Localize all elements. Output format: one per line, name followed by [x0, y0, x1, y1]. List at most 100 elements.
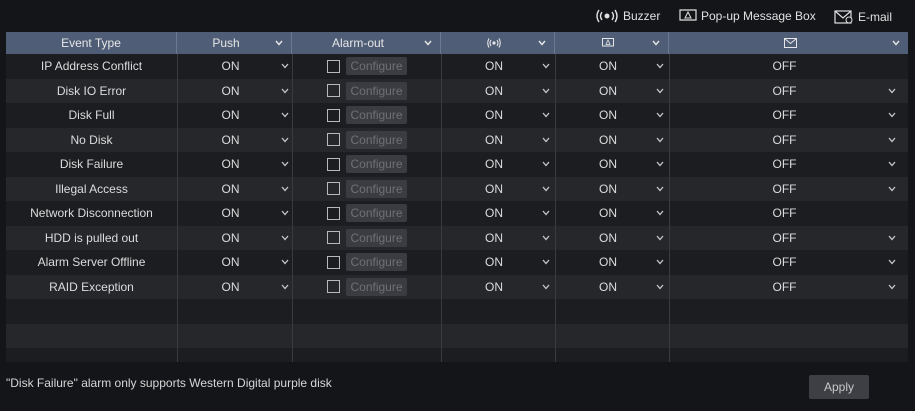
chevron-down-icon[interactable]: [656, 235, 664, 241]
alarm-out-checkbox[interactable]: [327, 59, 340, 73]
popup-select[interactable]: ON: [555, 177, 669, 202]
push-select[interactable]: ON: [177, 250, 292, 275]
alarm-out-checkbox[interactable]: [327, 84, 340, 97]
configure-button[interactable]: Configure: [346, 155, 407, 173]
header-popup[interactable]: [555, 32, 669, 54]
chevron-down-icon[interactable]: [542, 210, 550, 216]
chevron-down-icon[interactable]: [275, 40, 283, 46]
popup-select[interactable]: ON: [555, 250, 669, 275]
configure-button[interactable]: Configure: [346, 228, 407, 247]
configure-button[interactable]: Configure: [346, 179, 407, 198]
push-select[interactable]: ON: [177, 177, 292, 202]
chevron-down-icon[interactable]: [888, 88, 896, 94]
buzzer-select[interactable]: ON: [441, 201, 555, 226]
buzzer-select[interactable]: ON: [441, 226, 555, 251]
push-select[interactable]: ON: [177, 128, 292, 153]
email-select[interactable]: OFF: [669, 54, 908, 79]
chevron-down-icon[interactable]: [542, 88, 550, 94]
buzzer-select[interactable]: ON: [441, 103, 555, 128]
buzzer-select[interactable]: ON: [441, 79, 555, 104]
buzzer-select[interactable]: ON: [441, 128, 555, 153]
chevron-down-icon[interactable]: [656, 161, 664, 167]
popup-select[interactable]: ON: [555, 201, 669, 226]
chevron-down-icon[interactable]: [888, 259, 896, 265]
popup-select[interactable]: ON: [555, 103, 669, 128]
chevron-down-icon[interactable]: [656, 88, 664, 94]
popup-select[interactable]: ON: [555, 79, 669, 104]
popup-select[interactable]: ON: [555, 54, 669, 79]
alarm-out-checkbox[interactable]: [327, 182, 340, 195]
push-select[interactable]: ON: [177, 201, 292, 226]
email-select[interactable]: OFF: [669, 201, 908, 226]
chevron-down-icon[interactable]: [542, 161, 550, 167]
buzzer-select[interactable]: ON: [441, 177, 555, 202]
header-alarm-out[interactable]: Alarm-out: [292, 32, 441, 54]
push-select[interactable]: ON: [177, 226, 292, 251]
alarm-out-checkbox[interactable]: [327, 157, 340, 171]
chevron-down-icon[interactable]: [888, 112, 896, 118]
push-select[interactable]: ON: [177, 54, 292, 79]
configure-button[interactable]: Configure: [346, 106, 407, 124]
email-select[interactable]: OFF: [669, 226, 908, 251]
push-select[interactable]: ON: [177, 103, 292, 128]
email-select[interactable]: OFF: [669, 275, 908, 300]
popup-select[interactable]: ON: [555, 152, 669, 177]
buzzer-select[interactable]: ON: [441, 275, 555, 300]
chevron-down-icon[interactable]: [656, 112, 664, 118]
chevron-down-icon[interactable]: [281, 161, 289, 167]
push-select[interactable]: ON: [177, 79, 292, 104]
configure-button[interactable]: Configure: [346, 130, 407, 149]
chevron-down-icon[interactable]: [281, 88, 289, 94]
configure-button[interactable]: Configure: [346, 253, 407, 271]
email-select[interactable]: OFF: [669, 128, 908, 153]
chevron-down-icon[interactable]: [281, 63, 289, 69]
chevron-down-icon[interactable]: [542, 137, 550, 143]
chevron-down-icon[interactable]: [281, 112, 289, 118]
chevron-down-icon[interactable]: [652, 40, 660, 46]
email-select[interactable]: OFF: [669, 79, 908, 104]
buzzer-select[interactable]: ON: [441, 250, 555, 275]
chevron-down-icon[interactable]: [656, 63, 664, 69]
configure-button[interactable]: Configure: [346, 204, 407, 222]
email-select[interactable]: OFF: [669, 177, 908, 202]
alarm-out-checkbox[interactable]: [327, 108, 340, 122]
chevron-down-icon[interactable]: [656, 137, 664, 143]
email-select[interactable]: OFF: [669, 250, 908, 275]
popup-select[interactable]: ON: [555, 128, 669, 153]
chevron-down-icon[interactable]: [542, 284, 550, 290]
chevron-down-icon[interactable]: [656, 186, 664, 192]
alarm-out-checkbox[interactable]: [327, 255, 340, 269]
chevron-down-icon[interactable]: [424, 40, 432, 46]
chevron-down-icon[interactable]: [888, 186, 896, 192]
chevron-down-icon[interactable]: [656, 210, 664, 216]
configure-button[interactable]: Configure: [346, 277, 407, 296]
chevron-down-icon[interactable]: [888, 284, 896, 290]
buzzer-select[interactable]: ON: [441, 54, 555, 79]
buzzer-select[interactable]: ON: [441, 152, 555, 177]
alarm-out-checkbox[interactable]: [327, 280, 340, 293]
chevron-down-icon[interactable]: [281, 284, 289, 290]
header-buzzer[interactable]: [441, 32, 555, 54]
configure-button[interactable]: Configure: [346, 81, 407, 100]
header-push[interactable]: Push: [177, 32, 292, 54]
email-select[interactable]: OFF: [669, 152, 908, 177]
popup-select[interactable]: ON: [555, 275, 669, 300]
chevron-down-icon[interactable]: [281, 186, 289, 192]
chevron-down-icon[interactable]: [656, 284, 664, 290]
apply-button[interactable]: Apply: [809, 375, 869, 399]
chevron-down-icon[interactable]: [888, 161, 896, 167]
chevron-down-icon[interactable]: [892, 40, 900, 46]
chevron-down-icon[interactable]: [542, 112, 550, 118]
chevron-down-icon[interactable]: [542, 186, 550, 192]
chevron-down-icon[interactable]: [542, 259, 550, 265]
chevron-down-icon[interactable]: [888, 137, 896, 143]
push-select[interactable]: ON: [177, 152, 292, 177]
push-select[interactable]: ON: [177, 275, 292, 300]
chevron-down-icon[interactable]: [542, 235, 550, 241]
email-select[interactable]: OFF: [669, 103, 908, 128]
header-email[interactable]: [669, 32, 908, 54]
alarm-out-checkbox[interactable]: [327, 231, 340, 244]
chevron-down-icon[interactable]: [281, 137, 289, 143]
alarm-out-checkbox[interactable]: [327, 206, 340, 220]
chevron-down-icon[interactable]: [281, 259, 289, 265]
